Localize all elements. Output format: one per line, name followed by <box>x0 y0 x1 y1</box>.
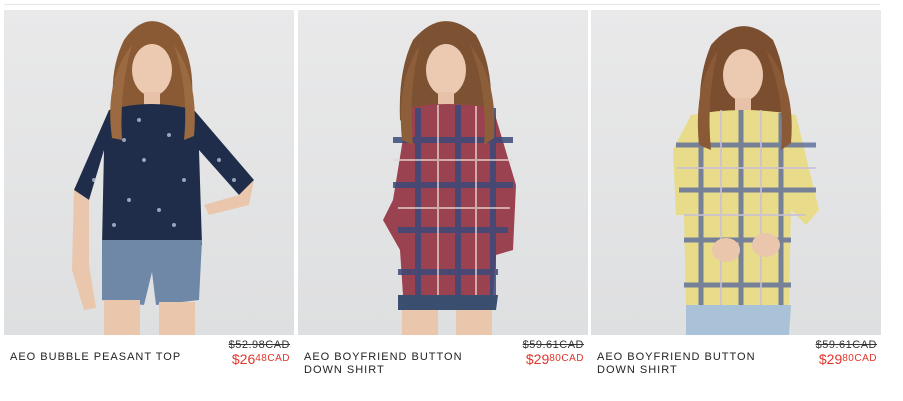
product-name[interactable]: AEO BOYFRIEND BUTTON DOWN SHIRT <box>304 351 494 377</box>
sale-price-cents: 80CAD <box>842 353 877 364</box>
model-photo-illustration <box>673 26 819 335</box>
product-name[interactable]: AEO BOYFRIEND BUTTON DOWN SHIRT <box>597 351 787 377</box>
model-photo-illustration <box>72 21 254 335</box>
price-block: $59.61CAD $2980CAD <box>523 339 584 367</box>
sale-price-cents: 80CAD <box>549 353 584 364</box>
price-block: $59.61CAD $2980CAD <box>816 339 877 367</box>
sale-price-dollars: $26 <box>231 351 256 367</box>
product-name[interactable]: AEO BUBBLE PEASANT TOP <box>10 351 200 364</box>
product-image[interactable] <box>591 10 881 335</box>
sale-price-dollars: $29 <box>818 351 843 367</box>
top-divider <box>4 4 880 5</box>
product-image[interactable] <box>298 10 588 335</box>
sale-price: $2648CAD <box>229 352 290 367</box>
product-image[interactable] <box>4 10 294 335</box>
product-card[interactable]: AEO BUBBLE PEASANT TOP $52.98CAD $2648CA… <box>4 10 294 390</box>
product-card[interactable]: AEO BOYFRIEND BUTTON DOWN SHIRT $59.61CA… <box>298 10 588 390</box>
product-card[interactable]: AEO BOYFRIEND BUTTON DOWN SHIRT $59.61CA… <box>591 10 881 390</box>
price-block: $52.98CAD $2648CAD <box>229 339 290 367</box>
sale-price: $2980CAD <box>816 352 877 367</box>
sale-price-cents: 48CAD <box>255 353 290 364</box>
sale-price-dollars: $29 <box>525 351 550 367</box>
sale-price: $2980CAD <box>523 352 584 367</box>
model-photo-illustration <box>383 21 516 335</box>
product-grid: AEO BUBBLE PEASANT TOP $52.98CAD $2648CA… <box>4 10 882 390</box>
